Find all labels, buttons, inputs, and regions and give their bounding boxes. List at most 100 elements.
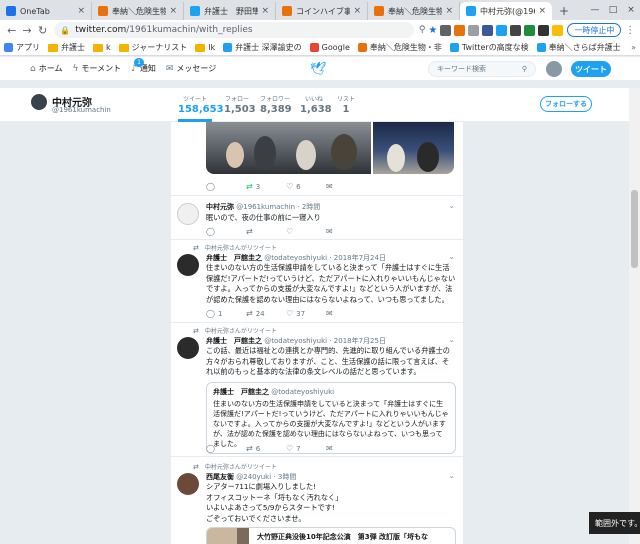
- maximize-icon[interactable]: □: [604, 5, 622, 15]
- page-scrollbar[interactable]: [629, 88, 640, 544]
- close-tab-icon[interactable]: ×: [169, 6, 177, 16]
- tweet[interactable]: ⇄ 中村元弥さんがリツイート 西尾友衡 @240yuki · 3時間 ⌄ シアター…: [171, 457, 463, 544]
- bookmark-apps[interactable]: アプリ: [4, 42, 40, 53]
- tweet-timestamp[interactable]: 2018年7月25日: [334, 337, 386, 345]
- forward-arrow-icon[interactable]: →: [19, 24, 34, 37]
- nav-notifications[interactable]: ♪ 1 通知: [131, 58, 156, 74]
- close-tab-icon[interactable]: ×: [538, 6, 546, 16]
- tweet-timestamp[interactable]: 2018年7月24日: [334, 254, 386, 262]
- reply-button[interactable]: ◯: [206, 182, 246, 191]
- dm-button[interactable]: ✉: [326, 444, 366, 453]
- bookmark-link[interactable]: 奉納＼危険生物・非: [357, 42, 442, 53]
- retweet-button[interactable]: ⇄: [246, 227, 286, 236]
- reload-icon[interactable]: ↻: [35, 24, 50, 37]
- tweet-avatar[interactable]: [177, 337, 199, 359]
- retweet-button[interactable]: ⇄ 24: [246, 309, 286, 318]
- reply-button[interactable]: ◯: [206, 444, 246, 453]
- tweet-photo[interactable]: [206, 122, 371, 174]
- tweet[interactable]: ◯ ⇄ 3 ♡ 6 ✉: [171, 122, 463, 196]
- extension-icon[interactable]: [496, 24, 508, 36]
- nav-moments[interactable]: ϟ モーメント: [72, 63, 121, 74]
- extension-icon[interactable]: [538, 24, 550, 36]
- retweet-by-label[interactable]: 中村元弥さんがリツイート: [205, 326, 277, 335]
- stat-following[interactable]: フォロー 1,503: [224, 94, 256, 115]
- bookmark-link[interactable]: 弁護士 深澤諭史の: [223, 42, 302, 53]
- star-icon[interactable]: ★: [428, 25, 437, 36]
- browser-tab[interactable]: コインハイブ事件×: [276, 2, 368, 20]
- chevron-down-icon[interactable]: ⌄: [448, 335, 455, 344]
- close-tab-icon[interactable]: ×: [445, 6, 453, 16]
- close-tab-icon[interactable]: ×: [77, 6, 85, 16]
- nav-messages[interactable]: ✉ メッセージ: [166, 63, 216, 74]
- extension-icon[interactable]: [468, 24, 480, 36]
- close-tab-icon[interactable]: ×: [353, 6, 361, 16]
- follow-button[interactable]: フォローする: [540, 96, 592, 112]
- search-icon[interactable]: ⚲: [522, 65, 527, 73]
- nav-home[interactable]: ⌂ ホーム: [30, 63, 62, 74]
- tweet-author-name[interactable]: 西尾友衡: [206, 473, 234, 481]
- extension-icon[interactable]: [552, 24, 564, 36]
- extension-icon[interactable]: [524, 24, 536, 36]
- tweet-timestamp[interactable]: 2時間: [302, 203, 320, 211]
- reply-button[interactable]: ◯ 1: [206, 309, 246, 318]
- facebook-icon[interactable]: [482, 24, 494, 36]
- tweet-author-name[interactable]: 弁護士 戸舘圭之: [206, 337, 262, 345]
- address-bar[interactable]: 🔒 twitter.com/1961kumachin/with_replies: [54, 22, 414, 38]
- browser-tab[interactable]: 奉納＼危険生物・非×: [368, 2, 460, 20]
- like-button[interactable]: ♡ 7: [286, 444, 326, 453]
- stat-followers[interactable]: フォロワー 8,389: [260, 94, 292, 115]
- bookmark-link[interactable]: Google: [309, 43, 350, 52]
- like-button[interactable]: ♡ 37: [286, 309, 326, 318]
- tweet-avatar[interactable]: [177, 203, 199, 225]
- search-input[interactable]: キーワード検索 ⚲: [428, 61, 536, 77]
- dm-button[interactable]: ✉: [326, 309, 366, 318]
- chevron-down-icon[interactable]: ⌄: [448, 201, 455, 210]
- tweet-photo[interactable]: [371, 122, 454, 174]
- back-arrow-icon[interactable]: ←: [4, 24, 19, 37]
- zoom-icon[interactable]: ⚲: [419, 25, 426, 35]
- link-card[interactable]: 大竹野正典没後10年記念公演 第3弾 改訂版「埒もな: [206, 527, 456, 544]
- new-tab-button[interactable]: +: [556, 3, 572, 19]
- stat-lists[interactable]: リスト 1: [336, 94, 356, 115]
- chevron-down-icon[interactable]: ⌄: [448, 471, 455, 480]
- bookmark-link[interactable]: 奉納＼さらば弁護士: [536, 42, 621, 53]
- close-window-icon[interactable]: ×: [622, 5, 640, 15]
- sync-paused-button[interactable]: 一時停止中: [567, 23, 622, 37]
- scrollbar-thumb[interactable]: [631, 190, 638, 268]
- stat-tweets[interactable]: ツイート 158,653: [178, 94, 224, 122]
- tweet[interactable]: 中村元弥 @1961kumachin · 2時間 ⌄ 眠いので、夜の仕事の前に一…: [171, 196, 463, 240]
- tweet-timestamp[interactable]: 3時間: [278, 473, 296, 481]
- extension-icon[interactable]: [440, 24, 452, 36]
- bookmarks-overflow[interactable]: »: [631, 43, 636, 52]
- browser-tab[interactable]: 奉納＼危険生物・非×: [92, 2, 184, 20]
- browser-tab[interactable]: 弁護士 野田隼人×: [184, 2, 276, 20]
- browser-tab[interactable]: OneTab ×: [0, 2, 92, 20]
- bookmark-folder[interactable]: lk: [195, 43, 215, 52]
- close-tab-icon[interactable]: ×: [261, 6, 269, 16]
- tweet[interactable]: ⇄ 中村元弥さんがリツイート 弁護士 戸舘圭之 @todateyoshiyuki …: [171, 323, 463, 457]
- profile-avatar[interactable]: [30, 93, 48, 111]
- retweet-by-label[interactable]: 中村元弥さんがリツイート: [205, 462, 277, 471]
- like-button[interactable]: ♡ 6: [286, 182, 326, 191]
- twitter-bird-logo-icon[interactable]: 🕊: [310, 62, 327, 77]
- tweet-media[interactable]: [206, 122, 454, 174]
- tweet[interactable]: ⇄ 中村元弥さんがリツイート 弁護士 戸舘圭之 @todateyoshiyuki …: [171, 240, 463, 323]
- tweet-author-name[interactable]: 中村元弥: [206, 203, 234, 211]
- bookmark-folder[interactable]: k: [93, 43, 111, 52]
- chevron-down-icon[interactable]: ⌄: [448, 252, 455, 261]
- retweet-by-label[interactable]: 中村元弥さんがリツイート: [205, 243, 277, 252]
- bookmark-folder[interactable]: ジャーナリスト: [118, 42, 187, 53]
- like-button[interactable]: ♡: [286, 227, 326, 236]
- dm-button[interactable]: ✉: [326, 182, 366, 191]
- dm-button[interactable]: ✉: [326, 227, 366, 236]
- compose-tweet-button[interactable]: ツイート: [571, 61, 611, 77]
- reply-button[interactable]: ◯: [206, 227, 246, 236]
- extension-icon[interactable]: [510, 24, 522, 36]
- browser-tab-active[interactable]: 中村元弥(@1961k×: [460, 2, 552, 20]
- menu-kebab-icon[interactable]: ⋮: [624, 25, 636, 36]
- bookmark-link[interactable]: Twitterの高度な検: [449, 42, 529, 53]
- tweet-author-name[interactable]: 弁護士 戸舘圭之: [206, 254, 262, 262]
- extension-icon[interactable]: [454, 24, 466, 36]
- tweet-avatar[interactable]: [177, 254, 199, 276]
- bookmark-folder[interactable]: 弁護士: [48, 42, 85, 53]
